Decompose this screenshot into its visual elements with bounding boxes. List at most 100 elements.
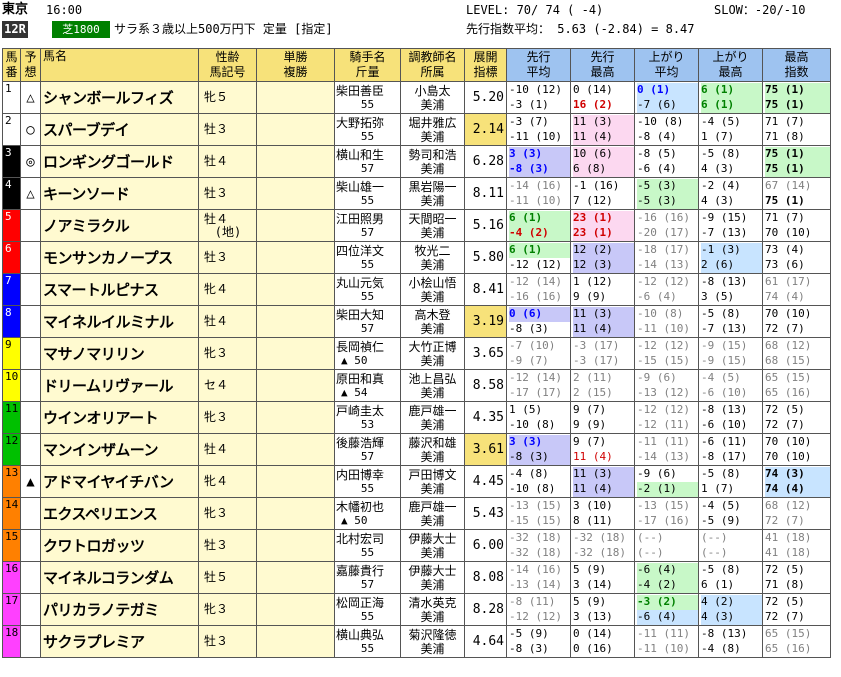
trainer-cell[interactable]: 小島太 美浦 bbox=[400, 81, 465, 114]
horse-name[interactable]: マサノマリリン bbox=[40, 337, 199, 370]
horse-name[interactable]: クワトロガッツ bbox=[40, 529, 199, 562]
trainer-cell[interactable]: 藤沢和雄 美浦 bbox=[400, 433, 465, 466]
sex-age: 牝３ bbox=[198, 593, 257, 626]
stat-e-avg: -12 (14) -16 (16) bbox=[506, 273, 571, 306]
prediction-mark[interactable] bbox=[20, 593, 41, 626]
development-index: 8.41 bbox=[464, 273, 507, 306]
prediction-mark[interactable] bbox=[20, 625, 41, 658]
horse-name[interactable]: キーンソード bbox=[40, 177, 199, 210]
table-row[interactable]: 10 ドリームリヴァール セ４ 原田和真 ▲ 54 池上昌弘 美浦 8.58 -12 (14) -… bbox=[2, 369, 831, 402]
prediction-mark[interactable] bbox=[20, 209, 41, 242]
table-row[interactable]: 13 ▲ アドマイヤイチバン 牝４ 内田博幸 55 戸田博文 美浦 4.45 -4 (8) -10 … bbox=[2, 465, 831, 498]
jockey-cell[interactable]: 横山典弘 55 bbox=[334, 625, 401, 658]
horse-name[interactable]: マンインザムーン bbox=[40, 433, 199, 466]
table-row[interactable]: 6 モンサンカノープス 牡３ 四位洋文 55 牧光二 美浦 5.80 6 (1) -12 (12)… bbox=[2, 241, 831, 274]
prediction-mark[interactable]: △ bbox=[20, 81, 41, 114]
jockey-cell[interactable]: 柴田善臣 55 bbox=[334, 81, 401, 114]
horse-name[interactable]: ノアミラクル bbox=[40, 209, 199, 242]
trainer-cell[interactable]: 戸田博文 美浦 bbox=[400, 465, 465, 498]
prediction-mark[interactable] bbox=[20, 273, 41, 306]
stat-value: -5 (8) bbox=[701, 562, 741, 576]
prediction-mark[interactable]: ◎ bbox=[20, 145, 41, 178]
jockey-cell[interactable]: 嘉藤貴行 57 bbox=[334, 561, 401, 594]
stat-value: -7 (10) bbox=[509, 338, 556, 352]
table-row[interactable]: 11 ウインオリアート 牝３ 戸崎圭太 53 鹿戸雄一 美浦 4.35 1 (5) -10 (8)… bbox=[2, 401, 831, 434]
horse-name[interactable]: マイネルコランダム bbox=[40, 561, 199, 594]
prediction-mark[interactable] bbox=[20, 433, 41, 466]
jockey-cell[interactable]: 江田照男 57 bbox=[334, 209, 401, 242]
prediction-mark[interactable] bbox=[20, 529, 41, 562]
horse-name[interactable]: アドマイヤイチバン bbox=[40, 465, 199, 498]
horse-name[interactable]: モンサンカノープス bbox=[40, 241, 199, 274]
horse-name[interactable]: パリカラノテガミ bbox=[40, 593, 199, 626]
trainer-cell[interactable]: 鹿戸雄一 美浦 bbox=[400, 497, 465, 530]
prediction-mark[interactable] bbox=[20, 241, 41, 274]
table-row[interactable]: 9 マサノマリリン 牝３ 長岡禎仁 ▲ 50 大竹正博 美浦 3.65 -7 (10) -9 (7… bbox=[2, 337, 831, 370]
trainer-cell[interactable]: 天間昭一 美浦 bbox=[400, 209, 465, 242]
jockey-cell[interactable]: 横山和生 57 bbox=[334, 145, 401, 178]
stat-value: -15 (15) bbox=[509, 513, 562, 527]
jockey-cell[interactable]: 四位洋文 55 bbox=[334, 241, 401, 274]
trainer-cell[interactable]: 勢司和浩 美浦 bbox=[400, 145, 465, 178]
trainer-cell[interactable]: 伊藤大士 美浦 bbox=[400, 529, 465, 562]
stat-best: 72 (5) 72 (7) bbox=[762, 401, 831, 434]
horse-name[interactable]: マイネルイルミナル bbox=[40, 305, 199, 338]
trainer-cell[interactable]: 鹿戸雄一 美浦 bbox=[400, 401, 465, 434]
table-row[interactable]: 16 マイネルコランダム 牡５ 嘉藤貴行 57 伊藤大士 美浦 8.08 -14 (16) -13… bbox=[2, 561, 831, 594]
prediction-mark[interactable] bbox=[20, 369, 41, 402]
jockey-cell[interactable]: 北村宏司 55 bbox=[334, 529, 401, 562]
trainer-cell[interactable]: 清水英克 美浦 bbox=[400, 593, 465, 626]
horse-name[interactable]: ロンギングゴールド bbox=[40, 145, 199, 178]
jockey-cell[interactable]: 内田博幸 55 bbox=[334, 465, 401, 498]
jockey-cell[interactable]: 大野拓弥 55 bbox=[334, 113, 401, 146]
table-row[interactable]: 3 ◎ ロンギングゴールド 牡４ 横山和生 57 勢司和浩 美浦 6.28 3 (3) -8 (3)… bbox=[2, 145, 831, 178]
trainer-cell[interactable]: 牧光二 美浦 bbox=[400, 241, 465, 274]
jockey-cell[interactable]: 柴田大知 57 bbox=[334, 305, 401, 338]
table-row[interactable]: 15 クワトロガッツ 牡３ 北村宏司 55 伊藤大士 美浦 6.00 -32 (18) -32 (… bbox=[2, 529, 831, 562]
trainer-cell[interactable]: 池上昌弘 美浦 bbox=[400, 369, 465, 402]
trainer-cell[interactable]: 伊藤大士 美浦 bbox=[400, 561, 465, 594]
trainer-cell[interactable]: 黒岩陽一 美浦 bbox=[400, 177, 465, 210]
horse-name[interactable]: スパーブデイ bbox=[40, 113, 199, 146]
jockey-cell[interactable]: 木幡初也 ▲ 50 bbox=[334, 497, 401, 530]
prediction-mark[interactable] bbox=[20, 337, 41, 370]
jockey-cell[interactable]: 柴山雄一 55 bbox=[334, 177, 401, 210]
trainer-cell[interactable]: 小桧山悟 美浦 bbox=[400, 273, 465, 306]
prediction-mark[interactable]: △ bbox=[20, 177, 41, 210]
table-row[interactable]: 1 △ シャンボールフィズ 牝５ 柴田善臣 55 小島太 美浦 5.20 -10 (12) -3 (… bbox=[2, 81, 831, 114]
table-row[interactable]: 18 サクラプレミア 牡３ 横山典弘 55 菊沢隆徳 美浦 4.64 -5 (9) -8 (3) 0… bbox=[2, 625, 831, 658]
table-row[interactable]: 12 マンインザムーン 牡４ 後藤浩輝 57 藤沢和雄 美浦 3.61 3 (3) -8 (3) 9… bbox=[2, 433, 831, 466]
prediction-mark[interactable]: ▲ bbox=[20, 465, 41, 498]
table-row[interactable]: 14 エクスペリエンス 牝３ 木幡初也 ▲ 50 鹿戸雄一 美浦 5.43 -13 (15) -1… bbox=[2, 497, 831, 530]
prediction-mark[interactable] bbox=[20, 497, 41, 530]
jockey-cell[interactable]: 松岡正海 55 bbox=[334, 593, 401, 626]
horse-name[interactable]: スマートルピナス bbox=[40, 273, 199, 306]
jockey-cell[interactable]: 戸崎圭太 53 bbox=[334, 401, 401, 434]
trainer-cell[interactable]: 菊沢隆徳 美浦 bbox=[400, 625, 465, 658]
stat-value: 41 (18) bbox=[765, 530, 812, 544]
stat-e-avg: -14 (16) -13 (14) bbox=[506, 561, 571, 594]
prediction-mark[interactable] bbox=[20, 561, 41, 594]
table-row[interactable]: 8 マイネルイルミナル 牡４ 柴田大知 57 高木登 美浦 3.19 0 (6) -8 (3) 11… bbox=[2, 305, 831, 338]
stat-value: -12 (12) bbox=[637, 402, 690, 416]
jockey-cell[interactable]: 丸山元気 55 bbox=[334, 273, 401, 306]
table-row[interactable]: 4 △ キーンソード 牡３ 柴山雄一 55 黒岩陽一 美浦 8.11 -14 (16) -11 (1… bbox=[2, 177, 831, 210]
prediction-mark[interactable] bbox=[20, 401, 41, 434]
prediction-mark[interactable]: ○ bbox=[20, 113, 41, 146]
trainer-cell[interactable]: 高木登 美浦 bbox=[400, 305, 465, 338]
table-row[interactable]: 17 パリカラノテガミ 牝３ 松岡正海 55 清水英克 美浦 8.28 -8 (11) -12 (… bbox=[2, 593, 831, 626]
trainer-cell[interactable]: 堀井雅広 美浦 bbox=[400, 113, 465, 146]
horse-name[interactable]: ウインオリアート bbox=[40, 401, 199, 434]
prediction-mark[interactable] bbox=[20, 305, 41, 338]
horse-name[interactable]: サクラプレミア bbox=[40, 625, 199, 658]
table-row[interactable]: 7 スマートルピナス 牝４ 丸山元気 55 小桧山悟 美浦 8.41 -12 (14) -16 (… bbox=[2, 273, 831, 306]
jockey-cell[interactable]: 後藤浩輝 57 bbox=[334, 433, 401, 466]
jockey-cell[interactable]: 長岡禎仁 ▲ 50 bbox=[334, 337, 401, 370]
jockey-cell[interactable]: 原田和真 ▲ 54 bbox=[334, 369, 401, 402]
horse-name[interactable]: ドリームリヴァール bbox=[40, 369, 199, 402]
horse-name[interactable]: シャンボールフィズ bbox=[40, 81, 199, 114]
table-row[interactable]: 2 ○ スパーブデイ 牡３ 大野拓弥 55 堀井雅広 美浦 2.14 -3 (7) -11 (10)… bbox=[2, 113, 831, 146]
trainer-cell[interactable]: 大竹正博 美浦 bbox=[400, 337, 465, 370]
table-row[interactable]: 5 ノアミラクル 牡４ (地) 江田照男 57 天間昭一 美浦 5.16 6 (1) -4 (2) 2… bbox=[2, 209, 831, 242]
horse-name[interactable]: エクスペリエンス bbox=[40, 497, 199, 530]
